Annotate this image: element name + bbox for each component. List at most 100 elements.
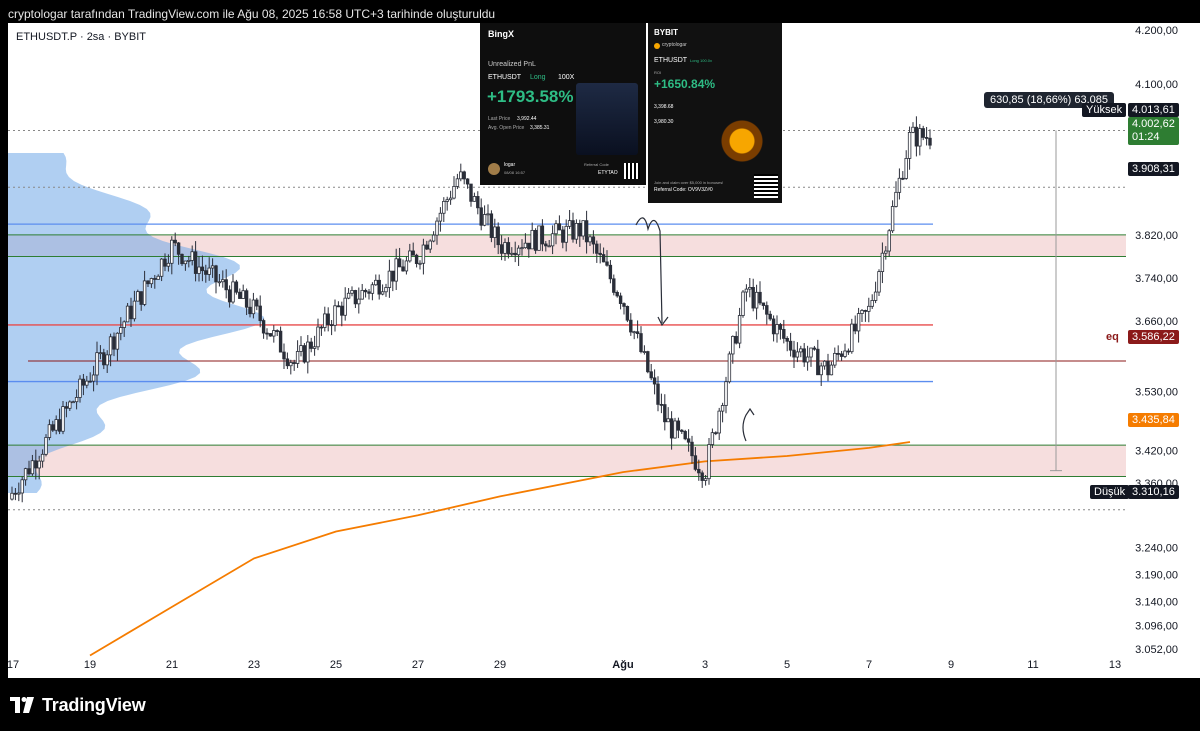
candle-body: [697, 468, 701, 474]
candle-body: [537, 225, 541, 251]
candle-body: [136, 291, 140, 302]
candle-body: [520, 247, 524, 250]
candle-body: [901, 177, 905, 180]
candle-body: [340, 305, 344, 316]
candle-body: [897, 177, 902, 193]
candle-body: [421, 244, 426, 264]
bingx-pnl: +1793.58%: [487, 87, 574, 106]
candle-body: [350, 290, 354, 294]
candle-body: [918, 128, 922, 147]
candle-body: [714, 432, 718, 435]
candle-body: [343, 297, 347, 316]
candle-body: [306, 341, 310, 363]
candle-body: [139, 291, 143, 305]
candle-body: [550, 233, 555, 247]
candle-body: [180, 253, 184, 265]
candle-body: [826, 360, 830, 376]
candle-body: [656, 383, 660, 405]
last-price-badge: 4.002,62 01:24: [1128, 117, 1179, 145]
candle-body: [207, 267, 211, 275]
candle-body: [928, 137, 932, 146]
candle-body: [904, 158, 908, 179]
candle-body: [737, 315, 742, 344]
candle-body: [595, 243, 599, 254]
candle-body: [404, 260, 409, 272]
y-tick-label: 3.096,00: [1135, 620, 1178, 632]
candle-body: [598, 252, 602, 255]
candle-body: [829, 364, 834, 376]
candle-body: [166, 262, 171, 267]
candle-body: [853, 323, 857, 332]
candle-body: [873, 291, 878, 301]
candle-body: [635, 331, 640, 334]
eq-tag: eq: [1106, 331, 1119, 343]
candle-body: [788, 340, 793, 351]
candle-body: [401, 266, 405, 272]
candle-body: [907, 131, 912, 159]
candle-body: [506, 242, 511, 255]
candle-body: [860, 310, 864, 314]
candle-body: [921, 128, 925, 138]
candle-body: [768, 313, 772, 320]
candle-body: [785, 338, 789, 342]
candle-body: [850, 323, 854, 353]
candle-body: [173, 239, 177, 244]
x-tick-label: 19: [84, 659, 96, 671]
bybit-brand: BYBIT: [654, 28, 678, 37]
candle-body: [170, 239, 174, 264]
candle-body: [455, 178, 460, 187]
candle-body: [486, 213, 490, 216]
candle-body: [836, 352, 840, 355]
candle-body: [459, 171, 463, 180]
candle-body: [125, 305, 130, 323]
candle-body: [231, 281, 235, 303]
candle-body: [816, 348, 820, 376]
candle-body: [295, 351, 300, 364]
candle-body: [241, 290, 245, 299]
candle-body: [183, 260, 188, 265]
candle-body: [255, 299, 259, 307]
candle-body: [561, 229, 565, 243]
y-tick-label: 3.820,00: [1135, 230, 1178, 242]
candle-body: [108, 336, 113, 356]
candle-body: [870, 300, 874, 307]
candle-body: [615, 291, 619, 297]
candle-body: [258, 305, 262, 321]
candle-body: [88, 380, 92, 383]
candle-body: [326, 313, 330, 326]
y-tick-label: 3.240,00: [1135, 543, 1178, 555]
candle-body: [591, 236, 596, 245]
candle-body: [78, 378, 82, 398]
candle-body: [40, 453, 45, 462]
candle-body: [221, 279, 225, 283]
candle-body: [890, 206, 895, 232]
candle-body: [13, 492, 18, 495]
candle-body: [686, 438, 691, 443]
bingx-leverage: 100X: [558, 74, 575, 81]
annotation-hook: [742, 407, 755, 442]
candle-body: [683, 431, 687, 440]
candle-body: [265, 332, 269, 335]
candle-body: [799, 348, 803, 353]
countdown: 01:24: [1132, 131, 1160, 143]
candle-body: [554, 223, 558, 235]
candle-body: [771, 318, 776, 335]
candle-body: [224, 279, 228, 291]
bingx-pair: ETHUSDT: [488, 74, 522, 81]
candle-body: [731, 335, 735, 355]
candle-body: [17, 492, 21, 495]
candle-body: [319, 326, 324, 329]
candle-body: [20, 479, 24, 494]
tradingview-logo[interactable]: TradingView: [10, 694, 146, 716]
candle-body: [669, 418, 674, 439]
chart-area[interactable]: 4.200,00 4.100,00 3.820,00 3.740,00 3.660,00…: [8, 23, 1200, 678]
candle-body: [754, 291, 759, 309]
candle-body: [435, 220, 439, 236]
candle-body: [666, 418, 670, 423]
candle-body: [234, 281, 239, 293]
tradingview-logo-icon: [10, 697, 34, 713]
x-tick-label: 5: [784, 659, 790, 671]
candle-body: [629, 319, 633, 333]
candle-body: [700, 472, 704, 481]
candle-body: [527, 242, 531, 250]
